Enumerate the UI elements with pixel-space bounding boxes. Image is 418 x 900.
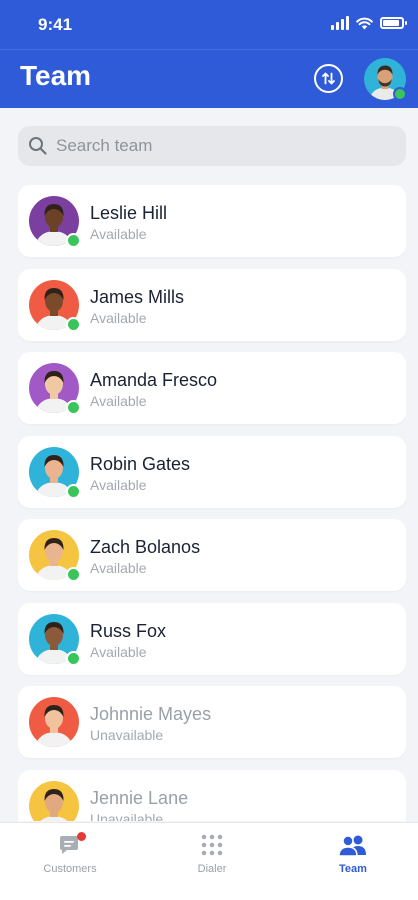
sort-arrows-icon	[322, 72, 335, 85]
notification-badge	[77, 832, 86, 841]
online-indicator	[66, 316, 81, 332]
online-indicator	[66, 567, 81, 582]
team-member-card[interactable]: Robin Gates Available	[18, 435, 406, 508]
member-name: James Mills	[90, 286, 185, 307]
team-member-card[interactable]: Johnnie Mayes Unavailable	[18, 686, 406, 758]
member-name: Zach Bolanos	[90, 537, 201, 557]
avatar-container	[29, 363, 81, 415]
member-name: Amanda Fresco	[90, 370, 218, 390]
team-member-card[interactable]: Russ Fox Available	[18, 602, 406, 675]
online-indicator	[66, 400, 81, 415]
avatar-container	[29, 196, 81, 248]
avatar-container	[29, 530, 81, 582]
member-name: Leslie Hill	[90, 203, 168, 223]
online-indicator	[393, 87, 407, 101]
member-name: Russ Fox	[90, 620, 167, 641]
tab-dialer-label: Dialer	[197, 863, 227, 875]
search-input[interactable]	[56, 136, 376, 156]
team-member-card[interactable]: Leslie Hill Available	[18, 185, 406, 257]
search-bar[interactable]	[18, 126, 406, 166]
battery-icon	[380, 17, 407, 29]
member-status: Unavailable	[90, 810, 164, 822]
online-indicator	[66, 233, 81, 248]
avatar-container	[29, 780, 79, 821]
team-list: Leslie Hill Available James Mills Available…	[18, 185, 406, 821]
member-status: Available	[90, 560, 147, 576]
member-status: Available	[90, 226, 147, 242]
app-header: 9:41 Team	[0, 0, 418, 108]
tab-customers-label: Customers	[43, 863, 97, 875]
team-member-card[interactable]: James Mills Available	[18, 268, 406, 341]
team-member-card[interactable]: Zach Bolanos Available	[18, 519, 406, 591]
tab-team-label: Team	[339, 863, 367, 875]
tab-team[interactable]: Team	[283, 823, 418, 900]
online-indicator	[66, 483, 81, 499]
member-status: Available	[90, 309, 147, 326]
avatar	[29, 780, 79, 821]
header-divider	[0, 49, 418, 50]
avatar-container	[29, 613, 81, 666]
keypad-icon	[199, 833, 225, 859]
tab-dialer[interactable]: Dialer	[142, 823, 282, 900]
avatar-container	[29, 446, 81, 499]
avatar-container	[29, 697, 79, 747]
status-icons	[331, 16, 407, 30]
member-status: Unavailable	[90, 727, 164, 743]
team-member-card[interactable]: Amanda Fresco Available	[18, 352, 406, 424]
page-title: Team	[20, 60, 92, 91]
status-time: 9:41	[38, 15, 73, 34]
sort-button[interactable]	[314, 64, 343, 93]
team-icon	[337, 833, 369, 859]
member-name: Johnnie Mayes	[90, 704, 212, 724]
tab-bar: Customers Dialer Team	[0, 822, 418, 900]
avatar-container	[29, 279, 81, 332]
team-member-card[interactable]: Jennie Lane Unavailable	[18, 769, 406, 822]
search-icon	[29, 137, 47, 155]
member-name: Jennie Lane	[90, 787, 189, 808]
wifi-icon	[356, 17, 373, 29]
chat-icon	[57, 832, 86, 859]
member-status: Available	[90, 476, 147, 493]
member-name: Robin Gates	[90, 453, 191, 474]
signal-icon	[331, 16, 349, 30]
status-bar: 9:41	[0, 0, 418, 50]
member-status: Available	[90, 393, 147, 409]
tab-customers[interactable]: Customers	[0, 823, 140, 900]
avatar	[29, 697, 79, 747]
member-status: Available	[90, 643, 147, 660]
online-indicator	[66, 650, 81, 666]
